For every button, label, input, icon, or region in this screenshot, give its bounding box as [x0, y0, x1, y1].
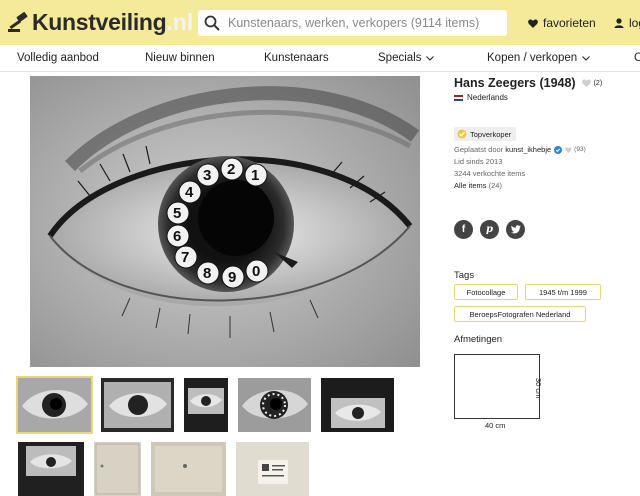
- sold-count-text: 3244 verkochte items: [454, 169, 526, 178]
- eye-with-dial-image: 1 2 3 4 5 6 7 8 9 0: [30, 76, 420, 367]
- seller-placed-by: Geplaatst door kunst_ikhebje (93): [454, 145, 586, 154]
- nav-item-label: Kopen / verkopen: [487, 52, 578, 64]
- artist-name[interactable]: Hans Zeegers (1948): [454, 76, 576, 90]
- verified-icon: [554, 145, 563, 154]
- dial-digit: 4: [185, 184, 194, 201]
- chevron-down-icon: [582, 55, 591, 61]
- dimensions-title: Afmetingen: [454, 334, 503, 345]
- pinterest-glyph: p: [486, 224, 493, 235]
- search-box[interactable]: [198, 10, 507, 36]
- thumbnail-5[interactable]: [321, 378, 394, 432]
- search-icon: [204, 15, 220, 31]
- main-nav: Volledig aanbod Nieuw binnen Kunstenaars…: [0, 45, 640, 72]
- thumbnail-9[interactable]: [236, 442, 309, 496]
- nav-item-label: Nieuw binnen: [145, 52, 215, 64]
- framed-work-thumbnail-image: [18, 442, 84, 496]
- seller-rating: (93): [574, 146, 586, 153]
- nav-item-label: Specials: [378, 52, 422, 64]
- nav-item-label: Kunstenaars: [264, 52, 329, 64]
- login-label: log: [629, 16, 640, 30]
- dial-digit: 8: [203, 265, 211, 282]
- favorites-label: favorieten: [543, 16, 596, 30]
- dial-digit: 7: [181, 249, 189, 266]
- top-seller-icon: [457, 129, 467, 139]
- twitter-bird-icon: [510, 225, 521, 234]
- nav-item-artists[interactable]: Kunstenaars: [264, 52, 329, 64]
- artwork-main-image[interactable]: 1 2 3 4 5 6 7 8 9 0: [30, 76, 420, 367]
- thumbnail-2[interactable]: [101, 378, 174, 432]
- eye-thumbnail-image: [101, 378, 174, 432]
- artwork-title: Hans Zeegers (1948) (2): [454, 76, 602, 90]
- thumbnail-3[interactable]: [184, 378, 228, 432]
- header-bar: Kunstveiling.nl favorieten log: [0, 0, 640, 45]
- heart-outline-icon[interactable]: [565, 146, 572, 153]
- thumbnail-8[interactable]: [151, 442, 226, 496]
- thumbnail-6[interactable]: [18, 442, 84, 496]
- login-link[interactable]: log: [614, 16, 640, 30]
- thumbnail-4[interactable]: [238, 378, 311, 432]
- placed-by-label: Geplaatst door: [454, 145, 504, 154]
- nav-item-more[interactable]: C: [634, 52, 640, 64]
- back-panel-thumbnail-image: [151, 442, 226, 496]
- chevron-down-icon: [426, 55, 435, 61]
- nav-item-label: C: [634, 52, 640, 64]
- label-thumbnail-image: [236, 442, 309, 496]
- nav-item-label: Volledig aanbod: [17, 52, 99, 64]
- favorite-count: (2): [593, 79, 603, 87]
- nav-item-new[interactable]: Nieuw binnen: [145, 52, 215, 64]
- twitter-icon[interactable]: [506, 220, 525, 239]
- seller-name[interactable]: kunst_ikhebje: [505, 145, 551, 154]
- dial-digit: 9: [228, 269, 236, 286]
- pinterest-icon[interactable]: p: [480, 220, 499, 239]
- dial-digit: 1: [251, 167, 259, 184]
- all-items-link[interactable]: Alle items: [454, 181, 487, 190]
- heart-icon: [528, 19, 538, 28]
- seller-member-since: Lid sinds 2013: [454, 157, 502, 166]
- nav-item-buy-sell[interactable]: Kopen / verkopen: [487, 52, 591, 64]
- thumbnail-1[interactable]: [16, 376, 93, 434]
- eye-thumbnail-image: [238, 378, 311, 432]
- tag-chip[interactable]: 1945 t/m 1999: [525, 284, 601, 300]
- artist-nationality: Nederlands: [454, 93, 508, 102]
- logo-tld: .nl: [166, 8, 194, 35]
- gavel-icon: [8, 12, 28, 32]
- facebook-glyph: f: [461, 224, 466, 235]
- tag-chip[interactable]: Fotocollage: [454, 284, 518, 300]
- dimensions-diagram: [454, 354, 540, 419]
- facebook-icon[interactable]: f: [454, 220, 473, 239]
- heart-outline-icon[interactable]: [581, 79, 591, 87]
- back-panel-thumbnail-image: [94, 442, 141, 496]
- eye-thumbnail-image: [184, 378, 228, 432]
- seller-all-items[interactable]: Alle items (24): [454, 181, 502, 190]
- eye-thumbnail-image: [321, 378, 394, 432]
- member-since-text: Lid sinds 2013: [454, 157, 503, 166]
- dial-digit: 3: [203, 167, 211, 184]
- nav-item-full-offer[interactable]: Volledig aanbod: [17, 52, 99, 64]
- tag-chip[interactable]: BeroepsFotografen Nederland: [454, 306, 586, 322]
- site-logo[interactable]: Kunstveiling .nl: [8, 7, 193, 37]
- seller-sold-count: 3244 verkochte items: [454, 169, 525, 178]
- dimension-width: 40 cm: [485, 421, 506, 430]
- logo-wordmark: Kunstveiling: [32, 8, 167, 35]
- dutch-flag-icon: [454, 94, 463, 101]
- dial-digit: 6: [173, 228, 181, 245]
- nationality-label: Nederlands: [467, 93, 508, 102]
- all-items-count: (24): [488, 181, 502, 190]
- dimension-height: 30 cm: [534, 378, 543, 399]
- thumbnail-7[interactable]: [94, 442, 141, 496]
- dial-digit: 5: [173, 205, 181, 222]
- top-seller-badge: Topverkoper: [454, 127, 517, 141]
- user-icon: [614, 18, 624, 28]
- dial-digit: 0: [252, 263, 260, 280]
- badge-label: Topverkoper: [470, 129, 512, 139]
- dial-digit: 2: [227, 161, 235, 178]
- eye-thumbnail-image: [18, 378, 91, 432]
- search-input[interactable]: [228, 16, 498, 30]
- nav-item-specials[interactable]: Specials: [378, 52, 435, 64]
- favorites-link[interactable]: favorieten: [528, 16, 596, 30]
- tags-title: Tags: [454, 270, 475, 281]
